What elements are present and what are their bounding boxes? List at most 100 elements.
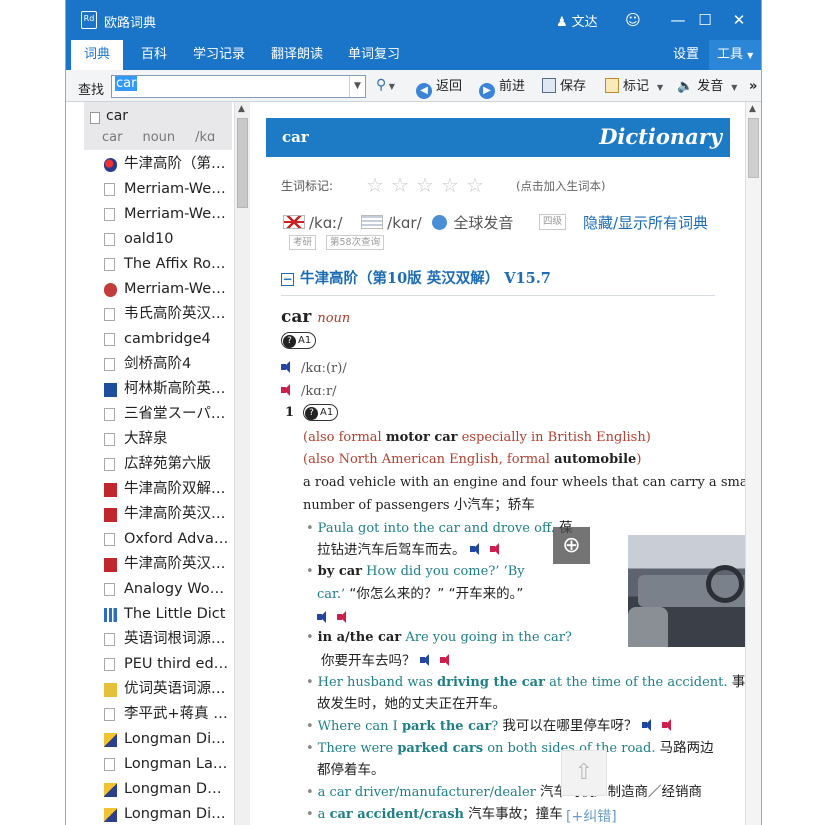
scroll-up-icon[interactable]: ▲ bbox=[238, 104, 245, 114]
dictionary-list-item[interactable]: 牛津高阶双解… bbox=[84, 477, 234, 502]
toggle-all-dictionaries-link[interactable]: 隐藏/显示所有词典 bbox=[583, 212, 708, 233]
dictionary-list-item[interactable]: Longman D… bbox=[84, 777, 234, 802]
right-scrollbar[interactable]: ▲ bbox=[745, 102, 761, 825]
section-title[interactable]: − 牛津高阶（第10版 英汉双解） V15.7 bbox=[281, 267, 551, 288]
dictionary-list-item[interactable]: 韦氏高阶英汉… bbox=[84, 302, 234, 327]
dictionary-list-item[interactable]: 剑桥高阶4 bbox=[84, 352, 234, 377]
speaker-icon[interactable] bbox=[337, 611, 351, 623]
longman-icon bbox=[104, 733, 117, 747]
speaker-icon[interactable] bbox=[661, 719, 676, 731]
close-button[interactable]: ✕ bbox=[727, 8, 751, 32]
star-icon[interactable]: ☆ bbox=[466, 173, 484, 197]
save-label: 保存 bbox=[560, 79, 587, 94]
speaker-icon[interactable] bbox=[439, 654, 454, 666]
tab-encyclopedia[interactable]: 百科 bbox=[130, 40, 178, 70]
arrow-left-icon: ◀ bbox=[416, 83, 432, 99]
search-history-dropdown[interactable]: ▼ bbox=[349, 76, 365, 97]
speaker-icon[interactable] bbox=[641, 719, 656, 731]
left-scrollbar[interactable]: ▲ bbox=[234, 102, 250, 825]
dictionary-list-item[interactable]: PEU third ed… bbox=[84, 652, 234, 677]
document-icon bbox=[104, 308, 115, 321]
speak-button[interactable]: 🔈 发音 ▼ bbox=[677, 78, 737, 96]
dictionary-list-item[interactable]: 牛津高阶英汉… bbox=[84, 552, 234, 577]
example-3: • in a/the car Are you going in the car? bbox=[306, 627, 572, 649]
dictionary-list-item[interactable]: cambridge4 bbox=[84, 327, 234, 352]
document-icon bbox=[104, 183, 115, 196]
star-icon[interactable]: ☆ bbox=[391, 173, 409, 197]
dictionary-list-item[interactable]: Merriam-We… bbox=[84, 177, 234, 202]
dictionary-list-item[interactable]: The Affix Ro… bbox=[84, 252, 234, 277]
dictionary-list-item[interactable]: 李平武+蒋真 … bbox=[84, 702, 234, 727]
tab-history[interactable]: 学习记录 bbox=[186, 40, 252, 70]
speaker-icon[interactable] bbox=[317, 611, 331, 623]
dictionary-list-item[interactable]: 牛津高阶英汉… bbox=[84, 502, 234, 527]
uk-flag-icon[interactable] bbox=[283, 215, 305, 229]
skin-icon[interactable]: ☺ bbox=[621, 8, 645, 32]
variant-line: (also formal motor car especially in Bri… bbox=[303, 427, 651, 449]
scroll-thumb[interactable] bbox=[748, 118, 759, 178]
dictionary-list-item[interactable]: oald10 bbox=[84, 227, 234, 252]
word-list-header[interactable]: car car noun/kɑ bbox=[84, 102, 232, 150]
global-pronunciation-link[interactable]: 全球发音 bbox=[453, 214, 513, 232]
user-account[interactable]: ♟ 文达 bbox=[556, 11, 598, 30]
tab-translate[interactable]: 翻译朗读 bbox=[265, 40, 329, 70]
feedback-link[interactable]: [+纠错] bbox=[566, 806, 617, 825]
minimize-button[interactable]: — bbox=[666, 8, 690, 32]
dictionary-list-item[interactable]: 三省堂スーパ… bbox=[84, 402, 234, 427]
search-input[interactable]: car bbox=[111, 75, 366, 98]
speaker-icon[interactable] bbox=[281, 361, 295, 373]
dictionary-list-label: 柯林斯高阶英… bbox=[124, 381, 226, 397]
dictionary-list-item[interactable]: Longman Di… bbox=[84, 802, 234, 825]
dictionary-list-item[interactable]: 柯林斯高阶英… bbox=[84, 377, 234, 402]
save-button[interactable]: 保存 bbox=[542, 78, 586, 96]
section-divider bbox=[281, 295, 715, 296]
dictionary-list-item[interactable]: Longman Di… bbox=[84, 727, 234, 752]
speaker-icon[interactable] bbox=[469, 543, 484, 555]
dictionary-list-item[interactable]: Longman La… bbox=[84, 752, 234, 777]
dictionary-list-item[interactable]: The Little Dict bbox=[84, 602, 234, 627]
mark-button[interactable]: 标记 ▼ bbox=[605, 78, 663, 96]
dictionary-list-item[interactable]: Oxford Adva… bbox=[84, 527, 234, 552]
document-icon bbox=[104, 433, 115, 446]
back-to-top-icon[interactable]: ⇧ bbox=[561, 750, 607, 796]
scroll-up-icon[interactable]: ▲ bbox=[749, 104, 756, 114]
zoom-in-icon[interactable]: ⊕ bbox=[553, 527, 590, 564]
speaker-icon[interactable] bbox=[489, 543, 504, 555]
dictionary-list-label: oald10 bbox=[124, 231, 174, 247]
cefr-level: A1 bbox=[298, 335, 312, 346]
tools-menu[interactable]: 工具 ▼ bbox=[709, 40, 761, 70]
dictionary-list-item[interactable]: 大辞泉 bbox=[84, 427, 234, 452]
more-button[interactable]: » bbox=[749, 78, 757, 96]
forward-button[interactable]: ▶ 前进 bbox=[479, 78, 526, 99]
back-button[interactable]: ◀ 返回 bbox=[416, 78, 462, 99]
collocation: parked cars bbox=[397, 741, 484, 756]
dictionary-list-item[interactable]: 优词英语词源… bbox=[84, 677, 234, 702]
app-title: 欧路词典 bbox=[104, 16, 157, 31]
search-icon[interactable]: ⚲ ▼ bbox=[376, 77, 395, 93]
speaker-icon[interactable] bbox=[281, 384, 295, 396]
collapse-icon[interactable]: − bbox=[281, 273, 294, 286]
star-icon[interactable]: ☆ bbox=[416, 173, 434, 197]
scroll-thumb[interactable] bbox=[237, 118, 248, 208]
dictionary-list-item[interactable]: Merriam-We… bbox=[84, 202, 234, 227]
example-2-cont: car.’ “你怎么来的？” “开车来的。” bbox=[317, 583, 523, 606]
star-icon[interactable]: ☆ bbox=[366, 173, 384, 197]
settings-menu[interactable]: 设置 bbox=[668, 40, 704, 70]
tab-review[interactable]: 单词复习 bbox=[342, 40, 406, 70]
tab-dictionary[interactable]: 词典 bbox=[71, 40, 123, 70]
forward-label: 前进 bbox=[499, 79, 526, 94]
star-icon[interactable]: ☆ bbox=[441, 173, 459, 197]
speaker-icon: 🔈 bbox=[677, 79, 694, 94]
dictionary-list-item[interactable]: Merriam-We… bbox=[84, 277, 234, 302]
dictionary-list-item[interactable]: 広辞苑第六版 bbox=[84, 452, 234, 477]
dictionary-list-item[interactable]: 牛津高阶（第… bbox=[84, 152, 234, 177]
add-to-wordbook-hint[interactable]: (点击加入生词本) bbox=[516, 178, 605, 194]
oxford-red-icon bbox=[104, 508, 117, 522]
maximize-button[interactable]: ☐ bbox=[693, 8, 717, 32]
dictionary-list-item[interactable]: Analogy Wo… bbox=[84, 577, 234, 602]
key-icon: ? bbox=[305, 407, 318, 420]
example-1: •Paula got into the car and drove off. 葆 bbox=[306, 517, 573, 540]
dictionary-list-item[interactable]: 英语词根词源… bbox=[84, 627, 234, 652]
us-flag-icon[interactable] bbox=[361, 215, 384, 229]
speaker-icon[interactable] bbox=[419, 654, 434, 666]
